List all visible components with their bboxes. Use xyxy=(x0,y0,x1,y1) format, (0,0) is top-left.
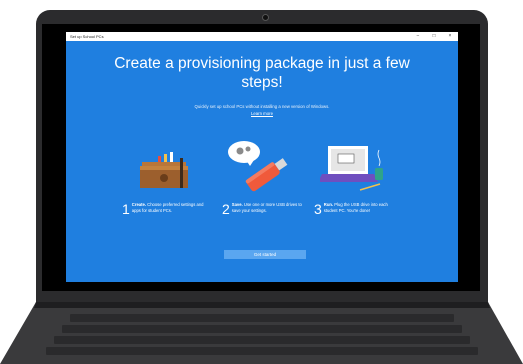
step-description: Save. Use one or more USB drives to save… xyxy=(231,202,302,213)
step-number: 3 xyxy=(314,201,322,217)
step-run: 3 Run. Plug the USB drive into each stud… xyxy=(314,202,396,216)
learn-more-row: Learn more xyxy=(106,111,418,116)
step-description: Create. Choose preferred settings and ap… xyxy=(131,202,204,213)
toolbox-icon xyxy=(140,152,188,188)
laptop-icon xyxy=(320,146,383,191)
step-save: 2 Save. Use one or more USB drives to sa… xyxy=(222,202,304,216)
step-description: Run. Plug the USB drive into each studen… xyxy=(323,202,388,213)
app-window: Set up School PCs − □ × Create a provisi… xyxy=(66,32,458,282)
step-create: 1 Create. Choose preferred settings and … xyxy=(122,202,204,216)
page-subtitle: Quickly set up school PCs without instal… xyxy=(194,104,330,109)
maximize-button[interactable]: □ xyxy=(426,32,442,41)
window-title: Set up School PCs xyxy=(70,34,104,39)
webcam-icon xyxy=(262,14,269,21)
step-number: 1 xyxy=(122,201,130,217)
usb-drive-icon xyxy=(228,141,288,192)
get-started-button[interactable]: Get started xyxy=(224,250,306,259)
minimize-button[interactable]: − xyxy=(410,32,426,41)
learn-more-link[interactable]: Learn more xyxy=(251,111,273,116)
laptop-keyboard-base xyxy=(0,302,523,364)
title-bar: Set up School PCs − □ × xyxy=(66,32,458,41)
page-title: Create a provisioning package in just a … xyxy=(114,55,410,91)
step-number: 2 xyxy=(222,201,230,217)
close-button[interactable]: × xyxy=(442,32,458,41)
window-controls: − □ × xyxy=(410,32,458,41)
